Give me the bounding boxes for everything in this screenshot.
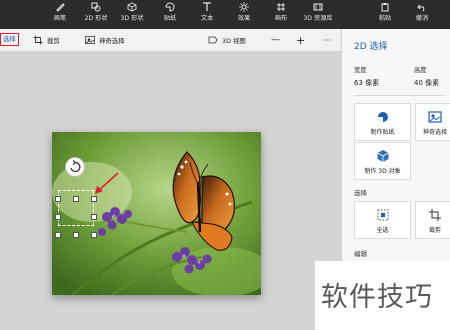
more-options-label: ··· <box>323 35 331 45</box>
ribbon-sticker-button[interactable]: 贴纸 <box>151 2 189 23</box>
magic-select-icon <box>428 111 442 123</box>
ribbon-label: 粘贴 <box>378 15 392 22</box>
crop-button[interactable]: 裁剪 <box>33 33 60 47</box>
brush-icon <box>56 3 65 12</box>
zoom-in-label: + <box>296 33 306 47</box>
ribbon-label: 2D 形状 <box>84 15 108 22</box>
select-all-label: 全选 <box>376 227 389 234</box>
zoom-in-button[interactable]: + <box>296 33 305 47</box>
red-arrow-icon <box>95 172 119 194</box>
make-3d-object-label: 制作 3D 对象 <box>364 168 401 175</box>
ribbon-label: 3D 形状 <box>120 15 144 22</box>
3d-shapes-icon <box>127 2 137 12</box>
crop-panel-button[interactable]: 裁剪 <box>415 201 450 239</box>
ribbon-brush-button[interactable]: 画笔 <box>41 2 79 23</box>
resize-handle[interactable] <box>55 187 61 206</box>
crop-icon <box>429 209 441 221</box>
top-ribbon: 画笔 2D 形状 3D 形状 贴纸 文本 效果 画布 3D 资源库 粘贴 撤消 <box>0 0 450 29</box>
ribbon-label: 画布 <box>274 15 288 22</box>
crop-label: 裁剪 <box>47 36 60 45</box>
resize-handle[interactable] <box>55 223 61 242</box>
ribbon-paste-button[interactable]: 粘贴 <box>366 2 404 23</box>
ribbon-label: 文本 <box>200 15 214 22</box>
3d-view-label: 3D 视图 <box>222 36 246 45</box>
ribbon-label: 撤消 <box>415 15 429 22</box>
ribbon-3d-library-button[interactable]: 3D 资源库 <box>299 2 337 23</box>
3d-object-icon <box>376 150 389 162</box>
selection-toolbar: 选择 裁剪 神奇选择 3D 视图 — + ··· <box>0 29 341 51</box>
make-sticker-button[interactable]: 制作贴纸 <box>354 103 411 141</box>
panel-title: 2D 选择 <box>354 42 388 52</box>
2d-shapes-icon <box>91 2 101 12</box>
undo-icon <box>417 4 425 12</box>
ribbon-2d-shapes-button[interactable]: 2D 形状 <box>77 2 115 23</box>
crop-icon <box>33 35 43 45</box>
resize-handle[interactable] <box>73 187 79 206</box>
crop-panel-label: 裁剪 <box>428 227 441 234</box>
magic-select-button[interactable]: 神奇选择 <box>85 33 125 47</box>
3d-library-icon <box>313 3 323 11</box>
height-label: 高度 <box>414 67 427 74</box>
ribbon-3d-shapes-button[interactable]: 3D 形状 <box>113 2 151 23</box>
zoom-out-label: — <box>271 35 280 45</box>
paste-icon <box>381 3 389 12</box>
width-field[interactable]: 63 像素 <box>354 78 379 88</box>
ribbon-effects-button[interactable]: 效果 <box>225 2 263 23</box>
zoom-out-button[interactable]: — <box>271 33 280 47</box>
3d-view-icon <box>208 36 218 44</box>
divider <box>354 95 444 96</box>
ribbon-label: 贴纸 <box>163 15 177 22</box>
edit-section-heading: 编辑 <box>354 250 367 258</box>
resize-handle[interactable] <box>55 205 61 224</box>
select-all-button[interactable]: 全选 <box>354 201 411 239</box>
magic-select-panel-label: 神奇选择 <box>422 129 447 136</box>
ribbon-undo-button[interactable]: 撤消 <box>403 2 441 23</box>
ribbon-label: 3D 资源库 <box>303 15 333 22</box>
watermark-box: 软件技巧 <box>315 261 450 330</box>
effects-icon <box>239 2 249 12</box>
rotate-handle-icon[interactable] <box>64 156 86 178</box>
ribbon-label: 画笔 <box>53 15 67 22</box>
width-label: 宽度 <box>354 67 367 74</box>
magic-select-label: 神奇选择 <box>99 36 125 45</box>
select-tab[interactable]: 选择 <box>0 33 19 46</box>
ribbon-text-button[interactable]: 文本 <box>188 2 226 23</box>
select-section-heading: 选择 <box>354 189 367 197</box>
watermark-text: 软件技巧 <box>321 282 433 313</box>
3d-view-toggle[interactable]: 3D 视图 <box>208 33 246 47</box>
resize-handle[interactable] <box>91 223 97 242</box>
resize-handle[interactable] <box>73 223 79 242</box>
magic-select-panel-button[interactable]: 神奇选择 <box>415 103 450 141</box>
drawing-canvas[interactable] <box>0 51 341 330</box>
magic-select-icon <box>85 36 95 44</box>
ribbon-canvas-button[interactable]: 画布 <box>262 2 300 23</box>
sticker-icon <box>165 2 175 12</box>
canvas-icon <box>277 3 285 11</box>
sticker-icon <box>377 112 388 122</box>
height-field[interactable]: 40 像素 <box>414 78 439 88</box>
ribbon-label: 效果 <box>237 15 251 22</box>
resize-handle[interactable] <box>91 205 97 224</box>
select-all-icon <box>377 209 388 221</box>
make-sticker-label: 制作贴纸 <box>370 129 395 136</box>
text-icon <box>203 2 211 11</box>
more-options-button[interactable]: ··· <box>323 33 331 47</box>
paint3d-window: 画笔 2D 形状 3D 形状 贴纸 文本 效果 画布 3D 资源库 粘贴 撤消 … <box>0 0 450 330</box>
select-tab-label: 选择 <box>3 35 16 43</box>
make-3d-object-button[interactable]: 制作 3D 对象 <box>354 142 411 180</box>
